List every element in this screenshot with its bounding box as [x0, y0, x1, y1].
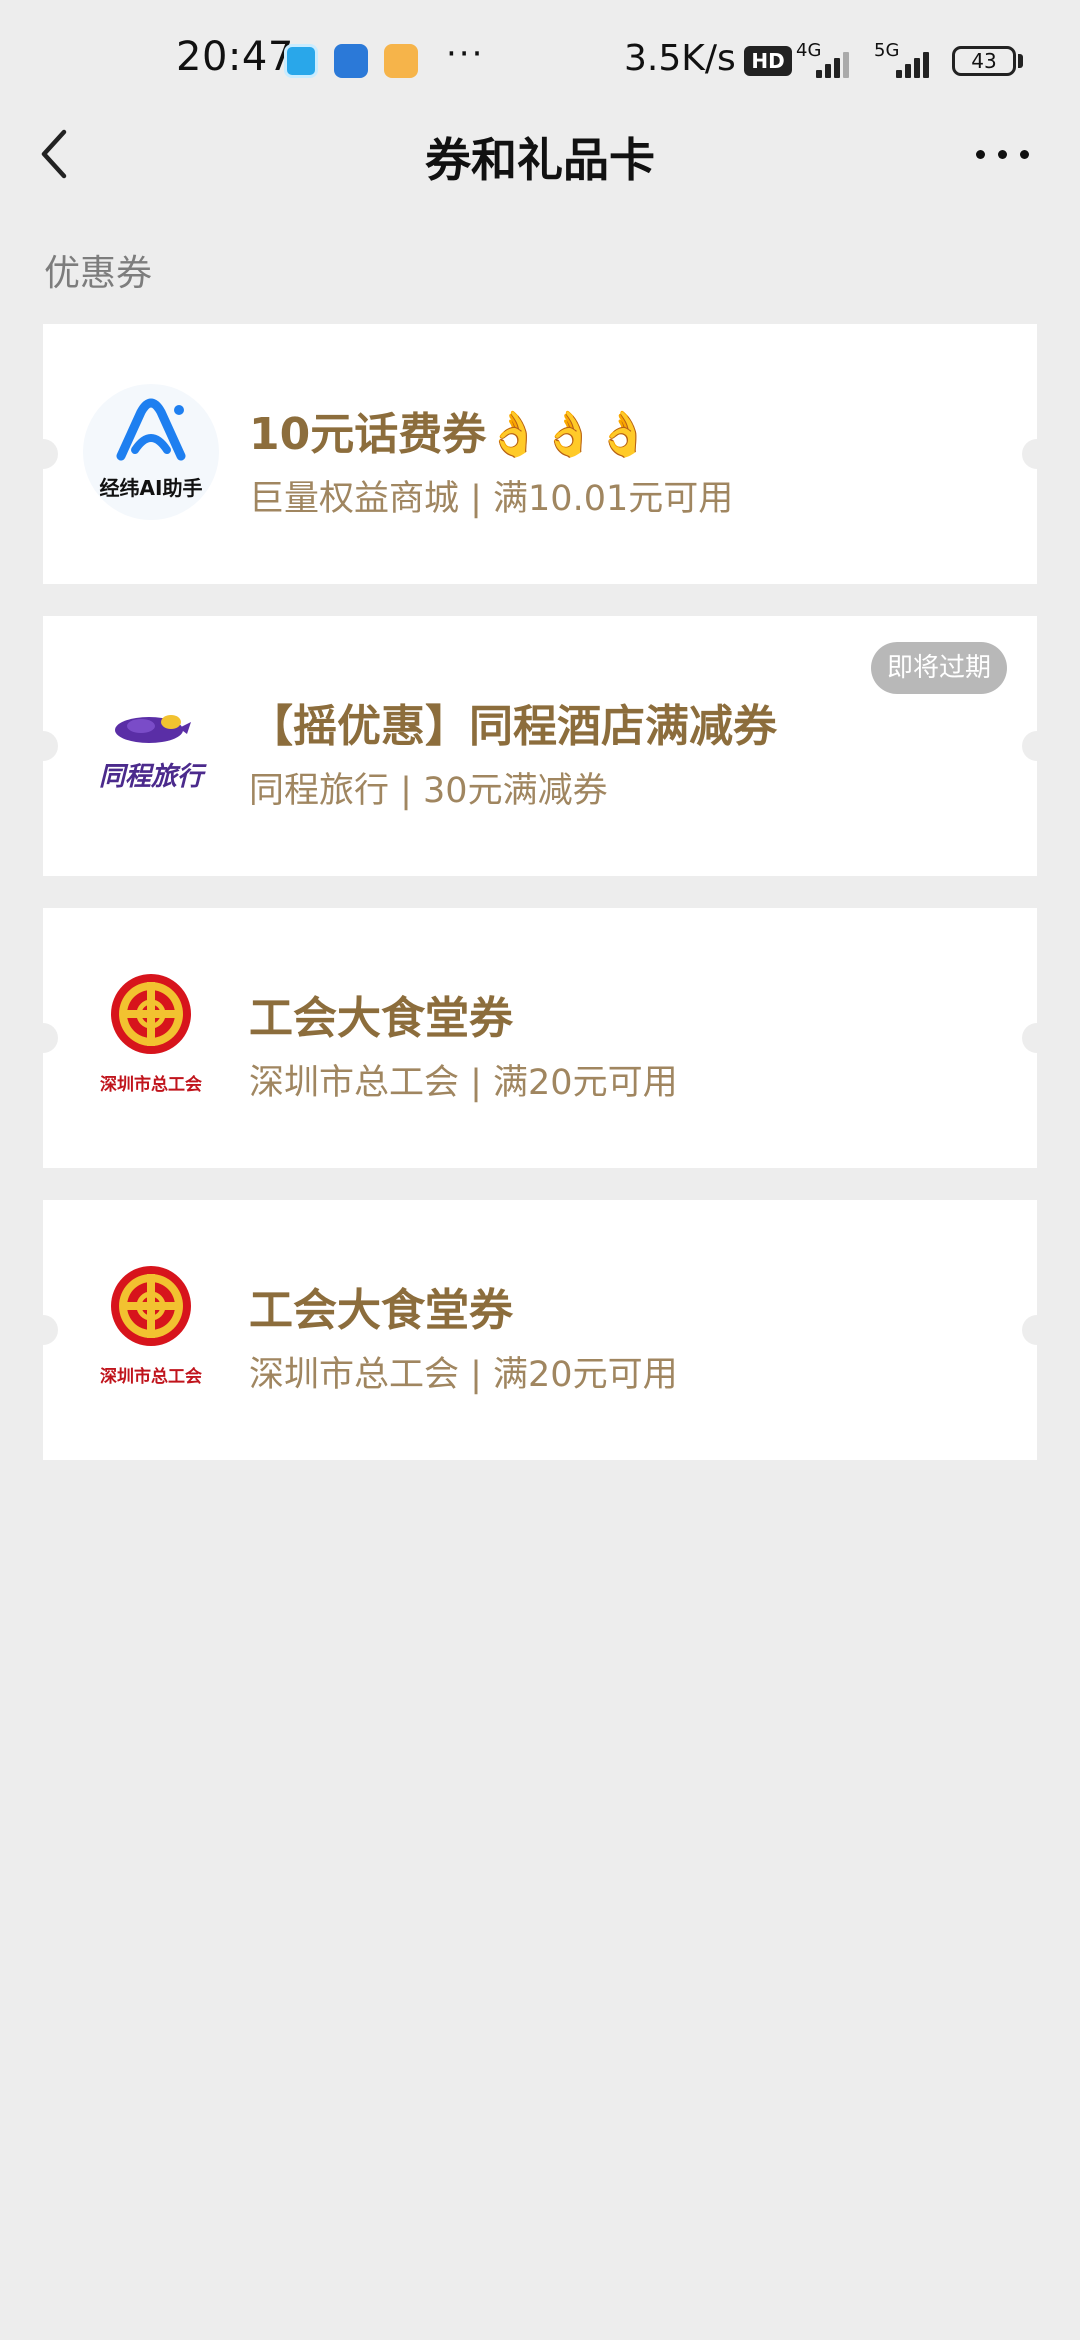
- card-notch: [1022, 731, 1052, 761]
- card-notch: [28, 731, 58, 761]
- network-speed: 3.5K/s: [624, 38, 736, 79]
- signal-icon: [892, 48, 936, 78]
- coupon-title: 工会大食堂券: [249, 993, 513, 1044]
- trade-union-logo: 深圳市总工会: [83, 1260, 219, 1396]
- coupon-subtitle: 深圳市总工会 | 满20元可用: [249, 1355, 678, 1395]
- files-app-icon: [334, 44, 368, 78]
- coupon-title: 10元话费券👌👌👌: [249, 409, 651, 460]
- coupon-title: 工会大食堂券: [249, 1285, 513, 1336]
- trade-union-logo: 深圳市总工会: [83, 968, 219, 1104]
- weather-app-icon: [284, 44, 318, 78]
- hd-icon: HD: [744, 46, 792, 76]
- section-title: 优惠券: [44, 253, 153, 294]
- logo-label: 同程旅行: [98, 762, 203, 792]
- coupon-title: 【摇优惠】同程酒店满减券: [249, 701, 777, 752]
- card-notch: [1022, 1023, 1052, 1053]
- expiry-badge: 即将过期: [870, 642, 1007, 694]
- coupon-card[interactable]: 深圳市总工会 工会大食堂券 深圳市总工会 | 满20元可用: [28, 908, 1052, 1168]
- status-time: 20:47: [176, 34, 294, 80]
- status-more-icon: ···: [446, 34, 485, 74]
- card-notch: [28, 1315, 58, 1345]
- coupon-card[interactable]: 即将过期 同程旅行 【摇优惠】同程酒店满减券 同程旅行 | 30元满减券: [28, 616, 1052, 876]
- more-icon: [976, 150, 985, 159]
- more-button[interactable]: [976, 140, 1032, 168]
- card-notch: [28, 1023, 58, 1053]
- jingwei-ai-logo: 经纬AI助手: [83, 384, 219, 520]
- status-bar: 20:47 ··· 3.5K/s HD 4G 5G 43: [0, 0, 1080, 120]
- tongcheng-travel-logo: 同程旅行: [83, 676, 219, 812]
- battery-icon: 43: [952, 46, 1016, 76]
- card-notch: [1022, 439, 1052, 469]
- page-title: 券和礼品卡: [425, 133, 655, 187]
- battery-tip: [1018, 54, 1023, 68]
- logo-label: 经纬AI助手: [99, 476, 203, 500]
- logo-label: 深圳市总工会: [100, 1367, 202, 1387]
- coupon-subtitle: 巨量权益商城 | 满10.01元可用: [249, 479, 734, 519]
- coupon-subtitle: 同程旅行 | 30元满减券: [249, 771, 608, 811]
- card-notch: [28, 439, 58, 469]
- gallery-app-icon: [384, 44, 418, 78]
- coupon-card[interactable]: 经纬AI助手 10元话费券👌👌👌 巨量权益商城 | 满10.01元可用: [28, 324, 1052, 584]
- signal-icon: [812, 48, 856, 78]
- coupon-subtitle: 深圳市总工会 | 满20元可用: [249, 1063, 678, 1103]
- coupon-card[interactable]: 深圳市总工会 工会大食堂券 深圳市总工会 | 满20元可用: [28, 1200, 1052, 1460]
- nav-bar: 券和礼品卡: [0, 120, 1080, 190]
- logo-label: 深圳市总工会: [100, 1075, 202, 1095]
- card-notch: [1022, 1315, 1052, 1345]
